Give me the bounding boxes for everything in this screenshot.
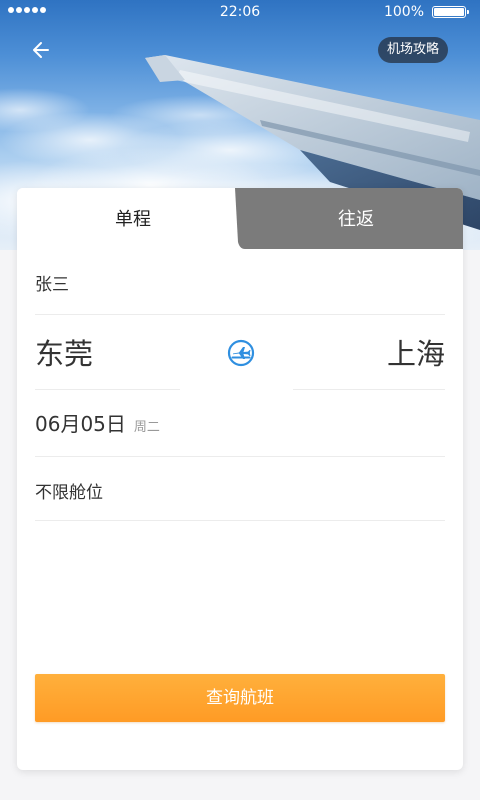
departure-date-field[interactable]: 06月05日 周二 (35, 408, 445, 437)
back-button[interactable] (26, 34, 58, 66)
cabin-class-field[interactable]: 不限舱位 (35, 478, 445, 503)
divider (35, 520, 445, 521)
divider (293, 389, 445, 390)
back-arrow-icon (33, 42, 49, 58)
date-value: 06月05日 (35, 412, 126, 436)
divider (35, 314, 445, 315)
search-flights-button[interactable]: 查询航班 (35, 674, 445, 722)
status-bar: 22:06 100% (0, 0, 480, 24)
divider (35, 456, 445, 457)
airplane-swap-icon (227, 339, 255, 367)
weekday-label: 周二 (133, 420, 160, 435)
swap-cities-button[interactable] (226, 338, 256, 368)
trip-type-tabs: 单程 往返 (17, 188, 463, 249)
battery-percentage: 100% (383, 4, 424, 20)
battery-icon (432, 6, 469, 18)
divider (35, 389, 180, 390)
airport-guide-button[interactable]: 机场攻略 (377, 37, 448, 63)
passenger-field[interactable]: 张三 (35, 270, 445, 295)
tab-round-trip[interactable]: 往返 (249, 188, 463, 249)
flight-search-card: 单程 往返 张三 东莞 上海 06月05日 周二 不限舱位 查询航班 (17, 188, 463, 770)
arrival-city[interactable]: 上海 (387, 331, 445, 373)
tab-one-way[interactable]: 单程 (17, 188, 249, 249)
